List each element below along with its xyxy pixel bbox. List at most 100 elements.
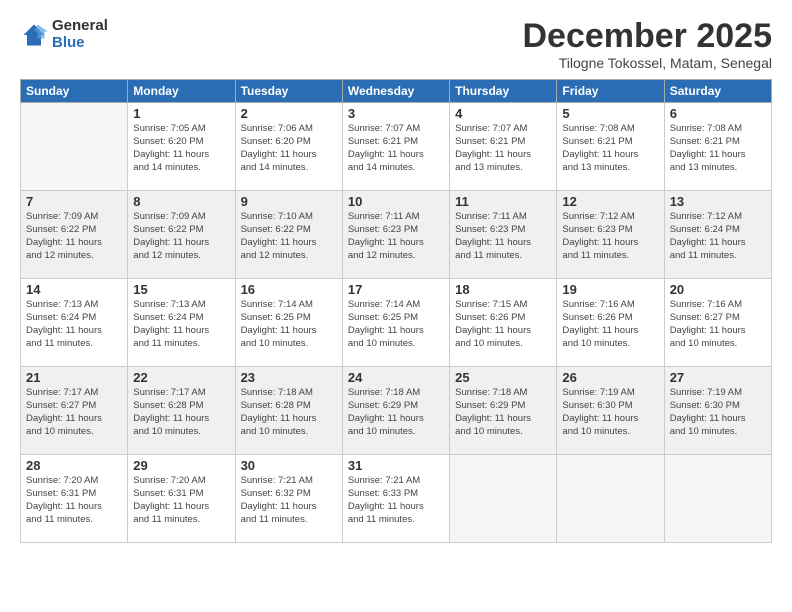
day-number: 24	[348, 370, 444, 385]
cell-info: Sunrise: 7:12 AMSunset: 6:23 PMDaylight:…	[562, 211, 658, 262]
calendar-table: Sunday Monday Tuesday Wednesday Thursday…	[20, 79, 772, 543]
day-number: 29	[133, 458, 229, 473]
cell-info: Sunrise: 7:20 AMSunset: 6:31 PMDaylight:…	[26, 475, 122, 526]
header-monday: Monday	[128, 80, 235, 103]
cell-info: Sunrise: 7:21 AMSunset: 6:32 PMDaylight:…	[241, 475, 337, 526]
day-number: 11	[455, 194, 551, 209]
cell-info: Sunrise: 7:10 AMSunset: 6:22 PMDaylight:…	[241, 211, 337, 262]
day-number: 7	[26, 194, 122, 209]
table-row: 30 Sunrise: 7:21 AMSunset: 6:32 PMDayligh…	[235, 455, 342, 543]
table-row: 24 Sunrise: 7:18 AMSunset: 6:29 PMDayligh…	[342, 367, 449, 455]
cell-info: Sunrise: 7:13 AMSunset: 6:24 PMDaylight:…	[26, 299, 122, 350]
cell-info: Sunrise: 7:07 AMSunset: 6:21 PMDaylight:…	[455, 123, 551, 174]
day-number: 31	[348, 458, 444, 473]
day-number: 25	[455, 370, 551, 385]
cell-info: Sunrise: 7:15 AMSunset: 6:26 PMDaylight:…	[455, 299, 551, 350]
cell-info: Sunrise: 7:16 AMSunset: 6:26 PMDaylight:…	[562, 299, 658, 350]
table-row: 19 Sunrise: 7:16 AMSunset: 6:26 PMDayligh…	[557, 279, 664, 367]
cell-info: Sunrise: 7:13 AMSunset: 6:24 PMDaylight:…	[133, 299, 229, 350]
day-number: 30	[241, 458, 337, 473]
cell-info: Sunrise: 7:09 AMSunset: 6:22 PMDaylight:…	[26, 211, 122, 262]
cell-info: Sunrise: 7:16 AMSunset: 6:27 PMDaylight:…	[670, 299, 766, 350]
day-number: 21	[26, 370, 122, 385]
table-row: 1 Sunrise: 7:05 AMSunset: 6:20 PMDaylight…	[128, 103, 235, 191]
header-wednesday: Wednesday	[342, 80, 449, 103]
logo-icon	[20, 21, 48, 49]
table-row: 23 Sunrise: 7:18 AMSunset: 6:28 PMDayligh…	[235, 367, 342, 455]
day-number: 2	[241, 106, 337, 121]
table-row: 7 Sunrise: 7:09 AMSunset: 6:22 PMDaylight…	[21, 191, 128, 279]
table-row	[21, 103, 128, 191]
table-row: 18Sunrise: 7:15 AMSunset: 6:26 PMDayligh…	[450, 279, 557, 367]
table-row: 17 Sunrise: 7:14 AMSunset: 6:25 PMDayligh…	[342, 279, 449, 367]
header-thursday: Thursday	[450, 80, 557, 103]
cell-info: Sunrise: 7:14 AMSunset: 6:25 PMDaylight:…	[348, 299, 444, 350]
cell-info: Sunrise: 7:12 AMSunset: 6:24 PMDaylight:…	[670, 211, 766, 262]
table-row: 26Sunrise: 7:19 AMSunset: 6:30 PMDayligh…	[557, 367, 664, 455]
table-row: 6Sunrise: 7:08 AMSunset: 6:21 PMDaylight…	[664, 103, 771, 191]
table-row: 31Sunrise: 7:21 AMSunset: 6:33 PMDayligh…	[342, 455, 449, 543]
cell-info: Sunrise: 7:18 AMSunset: 6:29 PMDaylight:…	[455, 387, 551, 438]
day-number: 17	[348, 282, 444, 297]
day-number: 1	[133, 106, 229, 121]
table-row: 8Sunrise: 7:09 AMSunset: 6:22 PMDaylight…	[128, 191, 235, 279]
logo: General Blue	[20, 18, 108, 51]
calendar-week-row: 1 Sunrise: 7:05 AMSunset: 6:20 PMDaylight…	[21, 103, 772, 191]
table-row: 4 Sunrise: 7:07 AMSunset: 6:21 PMDaylight…	[450, 103, 557, 191]
table-row: 20Sunrise: 7:16 AMSunset: 6:27 PMDayligh…	[664, 279, 771, 367]
calendar-week-row: 14 Sunrise: 7:13 AMSunset: 6:24 PMDayligh…	[21, 279, 772, 367]
cell-info: Sunrise: 7:17 AMSunset: 6:27 PMDaylight:…	[26, 387, 122, 438]
logo-text: General Blue	[52, 18, 108, 51]
table-row: 21 Sunrise: 7:17 AMSunset: 6:27 PMDayligh…	[21, 367, 128, 455]
cell-info: Sunrise: 7:14 AMSunset: 6:25 PMDaylight:…	[241, 299, 337, 350]
table-row: 3Sunrise: 7:07 AMSunset: 6:21 PMDaylight…	[342, 103, 449, 191]
day-number: 28	[26, 458, 122, 473]
table-row: 27 Sunrise: 7:19 AMSunset: 6:30 PMDayligh…	[664, 367, 771, 455]
table-row: 2Sunrise: 7:06 AMSunset: 6:20 PMDaylight…	[235, 103, 342, 191]
day-number: 4	[455, 106, 551, 121]
day-number: 23	[241, 370, 337, 385]
table-row	[557, 455, 664, 543]
day-number: 27	[670, 370, 766, 385]
cell-info: Sunrise: 7:17 AMSunset: 6:28 PMDaylight:…	[133, 387, 229, 438]
cell-info: Sunrise: 7:11 AMSunset: 6:23 PMDaylight:…	[455, 211, 551, 262]
title-block: December 2025 Tilogne Tokossel, Matam, S…	[522, 18, 772, 71]
table-row: 10 Sunrise: 7:11 AMSunset: 6:23 PMDayligh…	[342, 191, 449, 279]
calendar-header-row: Sunday Monday Tuesday Wednesday Thursday…	[21, 80, 772, 103]
cell-info: Sunrise: 7:19 AMSunset: 6:30 PMDaylight:…	[670, 387, 766, 438]
cell-info: Sunrise: 7:18 AMSunset: 6:29 PMDaylight:…	[348, 387, 444, 438]
calendar-week-row: 28 Sunrise: 7:20 AMSunset: 6:31 PMDayligh…	[21, 455, 772, 543]
table-row: 22 Sunrise: 7:17 AMSunset: 6:28 PMDayligh…	[128, 367, 235, 455]
table-row	[450, 455, 557, 543]
table-row: 25 Sunrise: 7:18 AMSunset: 6:29 PMDayligh…	[450, 367, 557, 455]
cell-info: Sunrise: 7:07 AMSunset: 6:21 PMDaylight:…	[348, 123, 444, 174]
table-row: 11 Sunrise: 7:11 AMSunset: 6:23 PMDayligh…	[450, 191, 557, 279]
day-number: 19	[562, 282, 658, 297]
cell-info: Sunrise: 7:08 AMSunset: 6:21 PMDaylight:…	[562, 123, 658, 174]
day-number: 9	[241, 194, 337, 209]
page: General Blue December 2025 Tilogne Tokos…	[0, 0, 792, 612]
cell-info: Sunrise: 7:18 AMSunset: 6:28 PMDaylight:…	[241, 387, 337, 438]
header: General Blue December 2025 Tilogne Tokos…	[20, 18, 772, 71]
table-row: 28 Sunrise: 7:20 AMSunset: 6:31 PMDayligh…	[21, 455, 128, 543]
day-number: 14	[26, 282, 122, 297]
table-row: 12Sunrise: 7:12 AMSunset: 6:23 PMDayligh…	[557, 191, 664, 279]
table-row: 13 Sunrise: 7:12 AMSunset: 6:24 PMDayligh…	[664, 191, 771, 279]
cell-info: Sunrise: 7:08 AMSunset: 6:21 PMDaylight:…	[670, 123, 766, 174]
day-number: 13	[670, 194, 766, 209]
cell-info: Sunrise: 7:11 AMSunset: 6:23 PMDaylight:…	[348, 211, 444, 262]
day-number: 10	[348, 194, 444, 209]
day-number: 16	[241, 282, 337, 297]
table-row: 14 Sunrise: 7:13 AMSunset: 6:24 PMDayligh…	[21, 279, 128, 367]
table-row: 15Sunrise: 7:13 AMSunset: 6:24 PMDayligh…	[128, 279, 235, 367]
logo-blue: Blue	[52, 35, 108, 52]
calendar-week-row: 21 Sunrise: 7:17 AMSunset: 6:27 PMDayligh…	[21, 367, 772, 455]
calendar-week-row: 7 Sunrise: 7:09 AMSunset: 6:22 PMDaylight…	[21, 191, 772, 279]
header-saturday: Saturday	[664, 80, 771, 103]
day-number: 22	[133, 370, 229, 385]
cell-info: Sunrise: 7:20 AMSunset: 6:31 PMDaylight:…	[133, 475, 229, 526]
table-row: 16 Sunrise: 7:14 AMSunset: 6:25 PMDayligh…	[235, 279, 342, 367]
cell-info: Sunrise: 7:05 AMSunset: 6:20 PMDaylight:…	[133, 123, 229, 174]
header-friday: Friday	[557, 80, 664, 103]
location-subtitle: Tilogne Tokossel, Matam, Senegal	[522, 55, 772, 71]
